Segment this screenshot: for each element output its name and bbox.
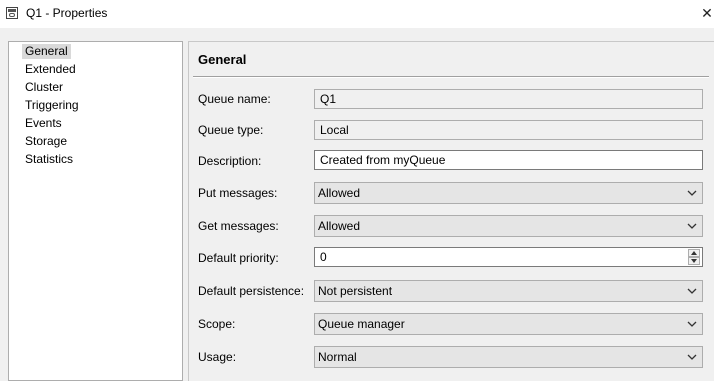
chevron-down-icon — [687, 288, 697, 294]
decrement-button[interactable] — [688, 257, 700, 265]
default-priority-value: 0 — [320, 250, 327, 264]
caret-down-icon — [691, 259, 697, 263]
chevron-down-icon — [687, 354, 697, 360]
nav-item-statistics[interactable]: Statistics — [22, 152, 76, 167]
section-title: General — [198, 52, 247, 67]
close-button[interactable]: ✕ — [700, 2, 714, 24]
window-title: Q1 - Properties — [26, 6, 108, 20]
nav-item-storage[interactable]: Storage — [22, 134, 70, 149]
description-field[interactable]: Created from myQueue — [314, 150, 703, 170]
increment-button[interactable] — [688, 249, 700, 257]
get-messages-value: Allowed — [318, 219, 361, 233]
default-priority-label: Default priority: — [198, 251, 279, 265]
queue-type-field[interactable]: Local — [314, 120, 703, 140]
get-messages-select[interactable]: Allowed — [314, 215, 703, 237]
default-persistence-value: Not persistent — [318, 284, 393, 298]
put-messages-label: Put messages: — [198, 186, 278, 200]
nav-item-cluster[interactable]: Cluster — [22, 80, 66, 95]
spin-buttons — [688, 249, 700, 265]
nav-item-extended[interactable]: Extended — [22, 62, 79, 77]
usage-value: Normal — [318, 350, 357, 364]
chevron-down-icon — [687, 223, 697, 229]
nav-item-triggering[interactable]: Triggering — [22, 98, 82, 113]
get-messages-label: Get messages: — [198, 219, 279, 233]
usage-label: Usage: — [198, 350, 237, 364]
nav-item-general[interactable]: General — [22, 44, 71, 59]
default-priority-stepper[interactable]: 0 — [314, 247, 703, 267]
queue-name-field[interactable]: Q1 — [314, 89, 703, 109]
default-persistence-label: Default persistence: — [198, 284, 305, 298]
chevron-down-icon — [687, 321, 697, 327]
default-persistence-select[interactable]: Not persistent — [314, 280, 703, 302]
queue-type-label: Queue type: — [198, 123, 264, 137]
scope-label: Scope: — [198, 317, 236, 331]
put-messages-value: Allowed — [318, 186, 361, 200]
chevron-down-icon — [687, 190, 697, 196]
put-messages-select[interactable]: Allowed — [314, 182, 703, 204]
section-divider-highlight — [193, 77, 709, 78]
title-bar: Q1 - Properties ✕ — [0, 0, 714, 28]
scope-value: Queue manager — [318, 317, 405, 331]
usage-select[interactable]: Normal — [314, 346, 703, 368]
caret-up-icon — [691, 251, 697, 255]
nav-item-events[interactable]: Events — [22, 116, 65, 131]
scope-select[interactable]: Queue manager — [314, 313, 703, 335]
queue-name-label: Queue name: — [198, 92, 271, 106]
description-label: Description: — [198, 154, 262, 168]
queue-properties-icon — [6, 7, 18, 19]
